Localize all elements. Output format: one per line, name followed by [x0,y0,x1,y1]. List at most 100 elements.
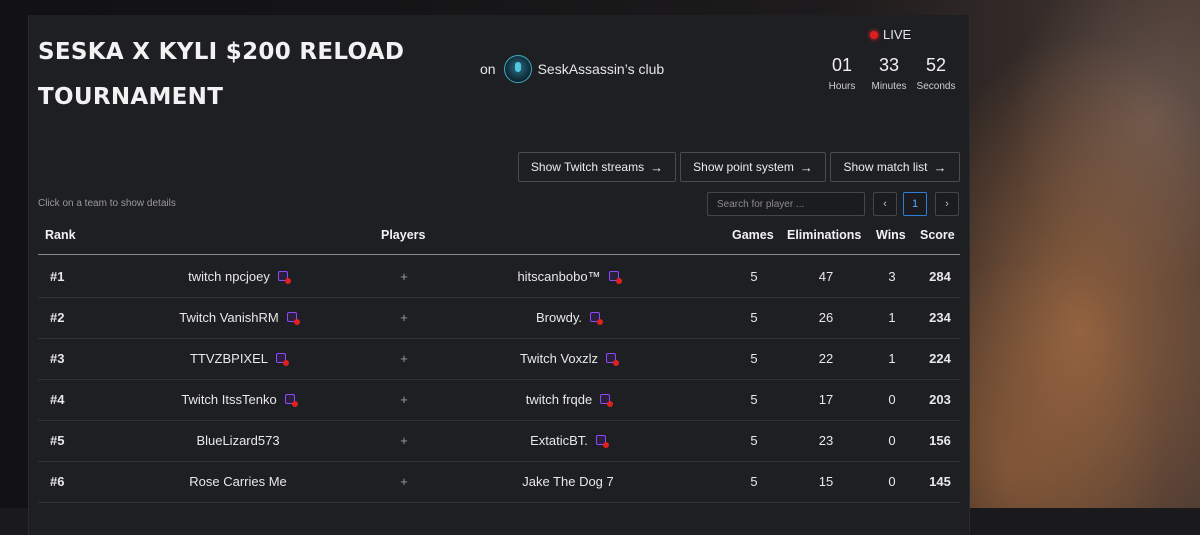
player-2-cell: Twitch Voxzlz [458,338,678,378]
eliminations-cell-text: 47 [818,268,834,284]
player-2-cell-text: Jake The Dog 7 [522,473,614,489]
table-row[interactable]: #1 twitch npcjoey + hitscanbobo™ 5 47 3 284 [38,256,960,298]
rank-cell-text: #2 [50,309,65,325]
live-dot-icon [607,401,614,407]
arrow-right-icon: → [799,159,813,175]
plus-separator: + [394,420,414,460]
score-cell-text: 234 [929,309,951,325]
rank-cell: #6 [50,461,64,501]
table-row[interactable]: #3 TTVZBPIXEL + Twitch Voxzlz 5 22 1 224 [38,338,960,380]
show-match-list-button[interactable]: Show match list → [830,152,960,182]
games-cell-text: 5 [750,432,758,448]
live-indicator: LIVE [870,27,911,42]
eliminations-cell-text: 26 [818,309,834,325]
twitch-live-icon[interactable] [600,394,614,407]
live-dot-icon [870,30,878,39]
twitch-live-icon[interactable] [277,271,291,284]
eliminations-cell-text: 15 [818,473,834,489]
column-header-eliminations: Eliminations [787,228,862,242]
wins-cell: 1 [882,338,902,378]
timer-minutes-value: 33 [878,55,900,75]
twitch-live-icon[interactable] [284,394,298,407]
wins-cell: 0 [882,420,902,460]
rank-cell: #1 [50,256,64,296]
games-cell: 5 [743,461,765,501]
plus-separator-text: + [400,350,408,366]
show-match-list-label: Show match list [843,160,928,174]
rank-cell-text: #1 [50,268,65,284]
show-twitch-streams-label: Show Twitch streams [530,160,645,174]
score-cell: 203 [922,379,958,419]
player-1-cell-text: Rose Carries Me [189,473,287,489]
games-cell: 5 [743,379,765,419]
table-row[interactable]: #2 Twitch VanishRM + Browdy. 5 26 1 234 [38,297,960,339]
plus-separator-text: + [400,432,408,448]
column-header-score: Score [920,228,955,242]
wins-cell: 3 [882,256,902,296]
eliminations-cell: 22 [806,338,846,378]
timer-hours-value: 01 [831,55,853,75]
games-cell-text: 5 [750,350,758,366]
rank-cell-text: #4 [50,391,65,407]
plus-separator: + [394,379,414,419]
tournament-panel: SESKA X KYLI $200 RELOAD TOURNAMENT on S… [28,15,970,535]
twitch-live-icon[interactable] [286,312,300,325]
column-header-games: Games [732,228,774,242]
score-cell-text: 203 [929,391,951,407]
player-1-cell-text: TTVZBPIXEL [189,350,269,366]
header-divider [38,254,960,255]
games-cell-text: 5 [750,268,758,284]
prev-page-button[interactable]: ‹ [873,192,897,216]
club-name[interactable]: SeskAssassin’s club [538,61,665,77]
twitch-live-icon[interactable] [608,271,622,284]
plus-separator: + [394,461,414,501]
player-search-input[interactable] [707,192,865,216]
rank-cell-text: #3 [50,350,65,366]
live-dot-icon [613,360,620,366]
wins-cell-text: 0 [888,473,896,489]
score-cell-text: 284 [929,268,951,284]
show-twitch-streams-button[interactable]: Show Twitch streams → [518,152,676,182]
player-1-cell-text: Twitch VanishRM [179,309,279,325]
games-cell-text: 5 [750,309,758,325]
live-dot-icon [602,442,609,448]
player-1-cell: Rose Carries Me [133,461,343,501]
eliminations-cell: 23 [806,420,846,460]
club-logo-icon [503,55,532,83]
plus-separator-text: + [400,473,408,489]
score-cell: 156 [922,420,958,460]
table-row[interactable]: #4 Twitch ItssTenko + twitch frqde 5 17 0 203 [38,379,960,421]
score-cell-text: 145 [929,473,951,489]
live-dot-icon [597,319,603,325]
live-dot-icon [293,319,300,325]
player-2-cell: Browdy. [458,297,678,337]
wins-cell: 0 [882,379,902,419]
chevron-left-icon: ‹ [883,198,887,210]
timer-seconds-label: Seconds [916,81,956,92]
next-page-button[interactable]: › [935,192,959,216]
player-2-cell: ExtaticBT. [458,420,678,460]
wins-cell: 1 [882,297,902,337]
table-row[interactable]: #6 Rose Carries Me + Jake The Dog 7 5 15 0 145 [38,461,960,503]
wins-cell-text: 0 [888,391,896,407]
games-cell-text: 5 [750,473,758,489]
player-1-cell: twitch npcjoey [133,256,343,296]
column-header-rank: Rank [45,228,76,242]
page-1-button[interactable]: 1 [903,192,927,216]
twitch-live-icon[interactable] [595,435,609,448]
twitch-live-icon[interactable] [606,353,620,366]
player-1-cell: Twitch VanishRM [133,297,343,337]
plus-separator-text: + [400,391,408,407]
twitch-live-icon[interactable] [276,353,290,366]
plus-separator: + [394,297,414,337]
club-link[interactable]: on SeskAssassin’s club [480,55,664,83]
wins-cell-text: 1 [888,350,896,366]
table-row[interactable]: #5 BlueLizard573 + ExtaticBT. 5 23 0 156 [38,420,960,462]
show-point-system-button[interactable]: Show point system → [680,152,826,182]
arrow-right-icon: → [650,159,664,175]
wins-cell-text: 1 [888,309,896,325]
timer-seconds-value: 52 [925,55,947,75]
twitch-live-icon[interactable] [590,312,603,325]
score-cell: 234 [922,297,958,337]
player-1-cell-text: Twitch ItssTenko [181,391,277,407]
